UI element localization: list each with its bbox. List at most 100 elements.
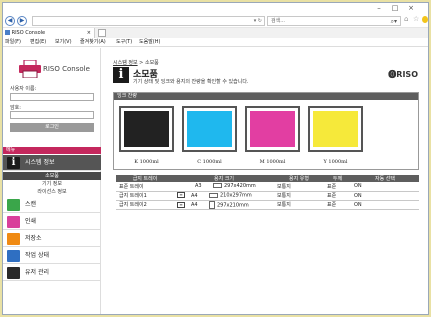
auto-select: ON: [351, 182, 419, 192]
thickness: 표준: [324, 191, 351, 201]
subnav-license-info[interactable]: 라이선스 정보: [3, 188, 101, 196]
breadcrumb-link[interactable]: 시스템 정보: [113, 60, 138, 66]
ink-y-fill: [313, 111, 358, 147]
sidebar-item-label: 저장소: [25, 235, 42, 242]
size-code: A4: [191, 192, 198, 199]
tray-settings-icon[interactable]: ≡: [177, 192, 185, 199]
paper-size-cell: A3 297x420mm: [174, 182, 274, 192]
tab-close-icon[interactable]: ×: [87, 28, 91, 38]
address-row: ◀ ▶ ▾ ↻ 검색... ⌕▾ ⌂ ☆: [3, 15, 428, 28]
address-bar[interactable]: ▾ ↻: [32, 16, 265, 26]
table-row: 급지 트레이2 ≡ A4 297x210mm 보통지 표준 ON: [116, 200, 419, 210]
back-icon[interactable]: ◀: [5, 16, 15, 26]
auto-select: ON: [351, 200, 419, 210]
paper-tray-table: 급지 트레이 용지 크기 용지 유형 두께 자동 선택 표준 트레이 A3 297…: [116, 175, 419, 210]
paper-type: 보통지: [274, 182, 324, 192]
size-mm: 210x297mm: [220, 192, 252, 199]
username-field[interactable]: [10, 93, 94, 101]
login-button[interactable]: 로그인: [10, 123, 94, 132]
minimize-icon[interactable]: –: [372, 3, 386, 13]
close-icon[interactable]: ×: [404, 3, 418, 13]
search-icon[interactable]: ⌕▾: [391, 17, 397, 26]
subnav-consumables[interactable]: 소모품: [3, 172, 101, 180]
page-description: 기기 상태 및 잉크와 용지의 잔량을 확인할 수 있습니다.: [133, 79, 249, 85]
sidebar: RISO Console 사용자 이름: 암호: 로그인 메뉴 i 시스템 정보…: [3, 48, 101, 314]
breadcrumb-current: 소모품: [144, 60, 159, 66]
sidebar-item-label: 작업 상태: [25, 252, 49, 259]
sidebar-item-scan[interactable]: 스캔: [3, 197, 101, 213]
username-label: 사용자 이름:: [10, 86, 37, 92]
ink-k-box: [119, 106, 174, 152]
size-code: A4: [191, 202, 198, 208]
table-row: 급지 트레이1 ≡ A4 210x297mm 보통지 표준 ON: [116, 191, 419, 201]
password-field[interactable]: [10, 111, 94, 119]
smiley-icon[interactable]: [422, 16, 428, 23]
sidebar-item-label: 인쇄: [25, 218, 37, 225]
col-auto-select: 자동 선택: [351, 175, 419, 182]
browser-window: – □ × ◀ ▶ ▾ ↻ 검색... ⌕▾ ⌂ ☆ RISO Console …: [2, 2, 429, 315]
paper-size-cell: ≡ A4 210x297mm: [174, 191, 274, 201]
menu-bar: 파일(F) 편집(E) 보기(V) 즐겨찾기(A) 도구(T) 도움말(H): [3, 38, 428, 47]
table-header-row: 급지 트레이 용지 크기 용지 유형 두께 자동 선택: [116, 175, 419, 182]
ink-m-fill: [250, 111, 295, 147]
brand-name: RISO Console: [43, 65, 90, 73]
favorites-icon[interactable]: ☆: [413, 15, 419, 23]
size-code: A3: [195, 183, 202, 190]
home-icon[interactable]: ⌂: [404, 15, 408, 23]
nav-header: 메뉴: [3, 147, 101, 154]
tray-name: 급지 트레이2: [116, 200, 174, 210]
auto-select: ON: [351, 191, 419, 201]
storage-icon: [7, 233, 20, 245]
menu-edit[interactable]: 편집(E): [30, 38, 46, 47]
portrait-paper-icon: [209, 200, 215, 209]
sidebar-item-label: 시스템 정보: [25, 159, 55, 166]
ink-k-label: K 1000ml: [134, 159, 159, 165]
password-label: 암호:: [10, 105, 21, 111]
browser-tab[interactable]: RISO Console ×: [3, 28, 95, 38]
sidebar-item-print[interactable]: 인쇄: [3, 214, 101, 230]
tab-title: RISO Console: [11, 30, 46, 36]
tray-name: 표준 트레이: [116, 182, 174, 192]
print-icon: [7, 216, 20, 228]
scan-icon: [7, 199, 20, 211]
refresh-icon[interactable]: ▾ ↻: [254, 17, 262, 26]
landscape-paper-icon: [213, 183, 222, 189]
title-bar: – □ ×: [3, 3, 428, 15]
new-tab-icon[interactable]: [98, 29, 106, 37]
ink-c-label: C 1000ml: [197, 159, 222, 165]
col-paper-size: 용지 크기: [174, 175, 274, 182]
sidebar-item-system-info[interactable]: i 시스템 정보: [3, 155, 101, 171]
user-management-icon: [7, 267, 20, 279]
tab-strip: RISO Console ×: [3, 28, 428, 38]
menu-tools[interactable]: 도구(T): [116, 38, 132, 47]
sidebar-item-storage[interactable]: 저장소: [3, 231, 101, 247]
landscape-paper-icon: [209, 192, 218, 198]
ink-panel: 잉크 잔량 K 1000ml C 1000ml M 1000ml Y 1000m…: [113, 92, 419, 170]
sidebar-item-user-management[interactable]: 유저 관리: [3, 265, 101, 281]
subnav-device-info[interactable]: 기기 정보: [3, 180, 101, 188]
menu-file[interactable]: 파일(F): [5, 38, 21, 47]
ink-y-label: Y 1000ml: [323, 159, 348, 165]
size-mm: 297x420mm: [224, 183, 256, 190]
printer-logo-icon: [19, 60, 41, 78]
menu-help[interactable]: 도움말(H): [139, 38, 160, 47]
menu-view[interactable]: 보기(V): [55, 38, 72, 47]
sidebar-item-job-status[interactable]: 작업 상태: [3, 248, 101, 264]
paper-type: 보통지: [274, 191, 324, 201]
favicon-icon: [5, 30, 10, 35]
tray-settings-icon[interactable]: ≡: [177, 201, 185, 208]
maximize-icon[interactable]: □: [388, 3, 402, 13]
menu-favorites[interactable]: 즐겨찾기(A): [80, 38, 106, 47]
tray-name: 급지 트레이1: [116, 191, 174, 201]
info-icon: i: [113, 67, 129, 83]
ink-y-box: [308, 106, 363, 152]
ink-k-fill: [124, 111, 169, 147]
ink-c-fill: [187, 111, 232, 147]
size-mm: 297x210mm: [217, 202, 249, 208]
info-icon: i: [7, 157, 20, 169]
table-row: 표준 트레이 A3 297x420mm 보통지 표준 ON: [116, 182, 419, 192]
search-input[interactable]: 검색... ⌕▾: [267, 16, 401, 26]
sidebar-item-label: 스캔: [25, 201, 37, 208]
breadcrumb: 시스템 정보 > 소모품: [113, 59, 159, 66]
forward-icon[interactable]: ▶: [17, 16, 27, 26]
